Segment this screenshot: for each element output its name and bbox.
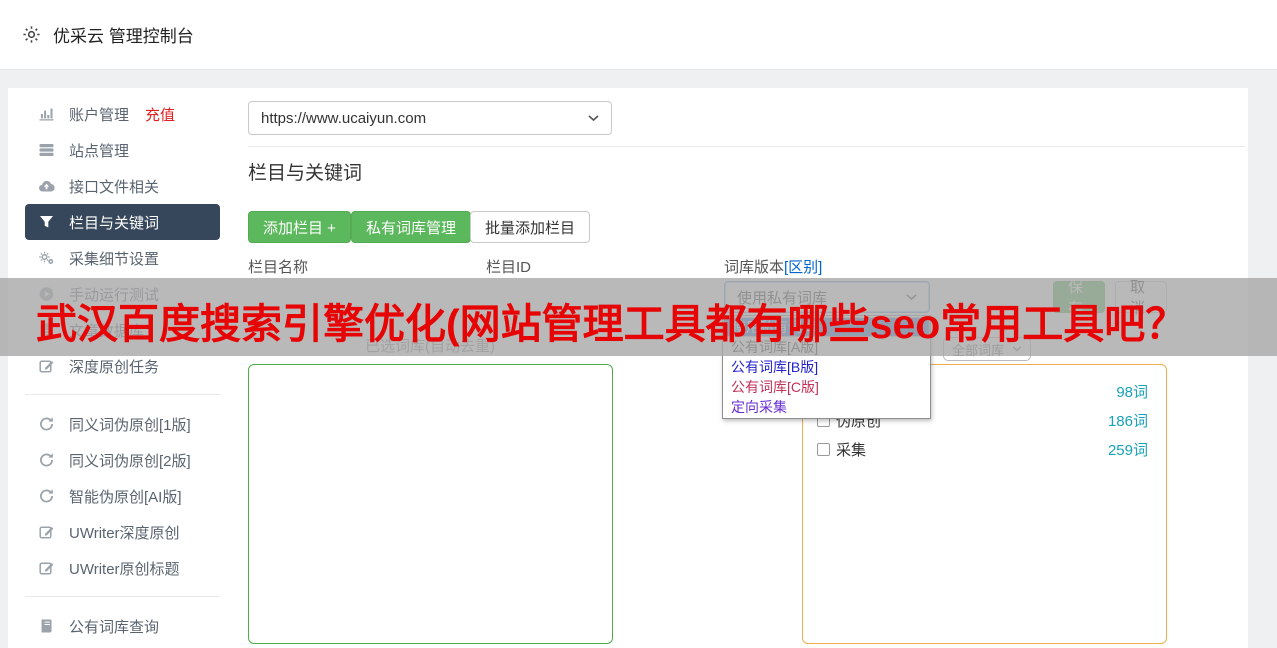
sidebar-item[interactable]: UWriter原创标题 bbox=[25, 550, 220, 586]
edit-icon bbox=[38, 524, 55, 540]
book-icon bbox=[38, 618, 55, 634]
column-id-label: 栏目ID bbox=[486, 259, 532, 276]
sidebar-item-label: 栏目与关键词 bbox=[69, 214, 160, 232]
sidebar-item[interactable]: 接口文件相关 bbox=[25, 168, 220, 204]
sidebar-item[interactable]: 账户管理 充值 bbox=[25, 96, 220, 132]
site-url-value: https://www.ucaiyun.com bbox=[261, 109, 427, 127]
site-url-select[interactable]: https://www.ucaiyun.com bbox=[248, 101, 612, 135]
sidebar-item-label: 账户管理 bbox=[69, 106, 130, 124]
sidebar-item[interactable]: 同义词伪原创[2版] bbox=[25, 442, 220, 478]
selected-words-box[interactable] bbox=[248, 364, 613, 644]
app-title: 优采云 管理控制台 bbox=[53, 27, 194, 46]
sidebar-item-label: 接口文件相关 bbox=[69, 178, 160, 196]
refresh-icon bbox=[38, 452, 55, 468]
lexicon-word-count: 186词 bbox=[1107, 413, 1148, 430]
sidebar-item[interactable]: 同义词伪原创[1版] bbox=[25, 406, 220, 442]
chevron-down-icon bbox=[588, 114, 599, 122]
sidebar-item-label: 深度原创任务 bbox=[69, 358, 160, 376]
edit-icon bbox=[38, 358, 55, 374]
sidebar-item[interactable]: 公有词库查询 bbox=[25, 608, 220, 644]
gears-icon bbox=[38, 250, 55, 266]
divider bbox=[248, 146, 1245, 147]
column-name-label: 栏目名称 bbox=[248, 259, 309, 276]
lexicon-word-count: 98词 bbox=[1116, 384, 1148, 401]
page-title: 栏目与关键词 bbox=[248, 163, 363, 184]
sidebar-item-label: UWriter原创标题 bbox=[69, 560, 180, 578]
add-column-button[interactable]: 添加栏目 + bbox=[248, 211, 351, 243]
sidebar-divider bbox=[25, 394, 220, 395]
sidebar-item[interactable]: UWriter深度原创 bbox=[25, 514, 220, 550]
sidebar-item[interactable]: 站点管理 bbox=[25, 132, 220, 168]
sidebar-item-label: 同义词伪原创[1版] bbox=[69, 416, 191, 434]
sidebar-item-label: 智能伪原创[AI版] bbox=[69, 488, 182, 506]
dropdown-option[interactable]: 公有词库[B版] bbox=[723, 357, 930, 377]
cloud-upload-icon bbox=[38, 178, 55, 194]
sidebar-item-label: 采集细节设置 bbox=[69, 250, 160, 268]
overlay-watermark-text: 武汉百度搜索引擎优化(网站管理工具都有哪些seo常用工具吧？ bbox=[36, 301, 1187, 347]
dropdown-option[interactable]: 公有词库[C版] bbox=[723, 377, 930, 397]
version-diff-link[interactable]: [区别] bbox=[784, 259, 822, 276]
sidebar-item-label: 同义词伪原创[2版] bbox=[69, 452, 191, 470]
sidebar-item-label: UWriter深度原创 bbox=[69, 524, 180, 542]
filter-icon bbox=[38, 214, 55, 230]
lexicon-version-label: 词库版本[区别] bbox=[724, 259, 823, 276]
edit-icon bbox=[38, 560, 55, 576]
lexicon-row: 采集 259词 bbox=[817, 435, 1148, 464]
recharge-badge[interactable]: 充值 bbox=[145, 104, 175, 125]
private-lexicon-button[interactable]: 私有词库管理 bbox=[351, 211, 472, 243]
app-header: 优采云 管理控制台 bbox=[0, 0, 1277, 70]
refresh-icon bbox=[38, 488, 55, 504]
sidebar-divider bbox=[25, 596, 220, 597]
refresh-icon bbox=[38, 416, 55, 432]
lexicon-row-label: 采集 bbox=[836, 442, 867, 459]
gear-icon bbox=[22, 25, 41, 44]
dropdown-option[interactable]: 定向采集 bbox=[723, 397, 930, 417]
bar-chart-icon bbox=[38, 106, 55, 122]
lexicon-word-count: 259词 bbox=[1107, 442, 1148, 459]
sidebar-item[interactable]: 栏目与关键词 bbox=[25, 204, 220, 240]
sidebar: 账户管理充值站点管理接口文件相关栏目与关键词采集细节设置手动运行测试文章数据库深… bbox=[8, 88, 238, 644]
sidebar-item-label: 公有词库查询 bbox=[69, 618, 160, 636]
server-icon bbox=[38, 142, 55, 158]
sidebar-item-label: 站点管理 bbox=[69, 142, 130, 160]
lexicon-checkbox[interactable] bbox=[817, 443, 830, 456]
batch-add-button[interactable]: 批量添加栏目 bbox=[470, 211, 591, 243]
sidebar-item[interactable]: 智能伪原创[AI版] bbox=[25, 478, 220, 514]
sidebar-item[interactable]: 采集细节设置 bbox=[25, 240, 220, 276]
